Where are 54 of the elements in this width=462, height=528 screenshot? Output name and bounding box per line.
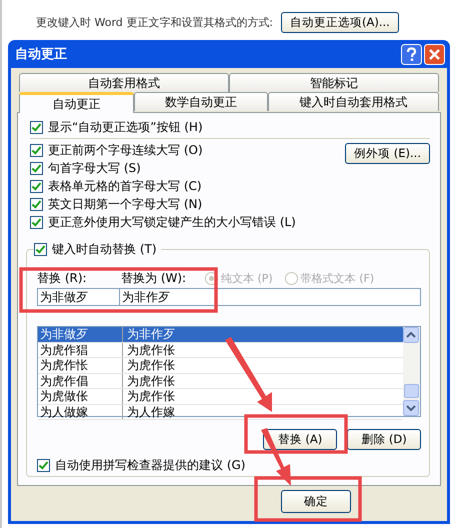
table-cell-text: 为人作嫁 — [126, 404, 175, 419]
list-button[interactable]: 替换 (A) — [263, 429, 337, 450]
table-cell: 为虎作猖 — [38, 342, 123, 357]
table-cell: 为人做嫁 — [38, 404, 123, 419]
tab[interactable]: 自动更正 — [19, 92, 134, 113]
checkbox-label: 句首字母大写 (S) — [48, 160, 141, 176]
radio-label: 纯文本 (P) — [221, 270, 273, 286]
prompt-text: 更改键入时 Word 更正文字和设置其格式的方式: — [36, 14, 273, 30]
checkbox[interactable] — [37, 458, 50, 472]
checkbox[interactable] — [30, 144, 43, 156]
checkbox[interactable] — [30, 198, 43, 210]
close-icon[interactable] — [424, 44, 445, 64]
checkbox-label: 更正前两个字母连续大写 (O) — [48, 142, 203, 158]
checkbox[interactable] — [30, 180, 43, 192]
radio-label: 带格式文本 (F) — [300, 270, 374, 286]
replace-label: 替换 (R): — [37, 270, 88, 286]
tab[interactable]: 数学自动更正 — [134, 92, 268, 111]
arrow — [261, 428, 291, 486]
table-cell: 为虎做伥 — [38, 389, 123, 404]
checkbox[interactable] — [34, 242, 47, 256]
scroll-up-icon[interactable] — [403, 327, 419, 343]
checkbox-label: 英文日期第一个字母大写 (N) — [48, 196, 202, 212]
table-cell: 为虎作倡 — [38, 374, 123, 388]
table-cell: 为虎作怅 — [38, 358, 123, 372]
checkbox-label: 更正意外使用大写锁定键产生的大小写错误 (L) — [48, 214, 296, 230]
list-button[interactable]: 删除 (D) — [347, 429, 421, 450]
checkbox[interactable] — [30, 162, 43, 174]
autocorrect-options-button[interactable]: 自动更正选项(A)... — [280, 12, 399, 32]
replace-with-label: 替换为 (W): — [121, 270, 188, 286]
checkbox-label: 自动使用拼写检查器提供的建议 (G) — [55, 456, 246, 474]
table-cell-text: 为虎作伥 — [126, 358, 175, 372]
table-cell-text: 为非作歹 — [126, 327, 175, 342]
scroll-thumb[interactable] — [404, 384, 419, 398]
table-cell-text: 为虎作伥 — [126, 374, 175, 388]
ok-button[interactable]: 确定 — [281, 490, 351, 513]
scrollbar[interactable] — [403, 327, 420, 416]
list-row[interactable]: 为非做歹 为非作歹 — [38, 327, 403, 342]
checkbox[interactable] — [30, 216, 43, 228]
checkbox-label: 显示“自动更正选项”按钮 (H) — [48, 118, 203, 136]
tab[interactable]: 键入时自动套用格式 — [268, 92, 439, 111]
replace-field[interactable]: 为非做歹 — [37, 288, 120, 306]
tab[interactable]: 智能标记 — [229, 73, 439, 92]
checkbox[interactable] — [30, 120, 43, 134]
checkbox-label: 键入时自动替换 (T) — [52, 240, 157, 258]
table-cell: 为非做歹 — [38, 327, 123, 342]
window-title: 自动更正 — [15, 46, 67, 63]
scroll-down-icon[interactable] — [403, 400, 419, 416]
help-icon[interactable] — [401, 44, 422, 64]
exceptions-button[interactable]: 例外项 (E)... — [345, 143, 430, 164]
table-cell-text: 为虎作伥 — [126, 389, 175, 404]
tab[interactable]: 自动套用格式 — [19, 73, 229, 92]
table-cell-text: 为虎作伥 — [126, 342, 175, 357]
replace-with-field[interactable]: 为非作歹 — [120, 288, 421, 306]
checkbox-label: 表格单元格的首字母大写 (C) — [48, 178, 202, 194]
